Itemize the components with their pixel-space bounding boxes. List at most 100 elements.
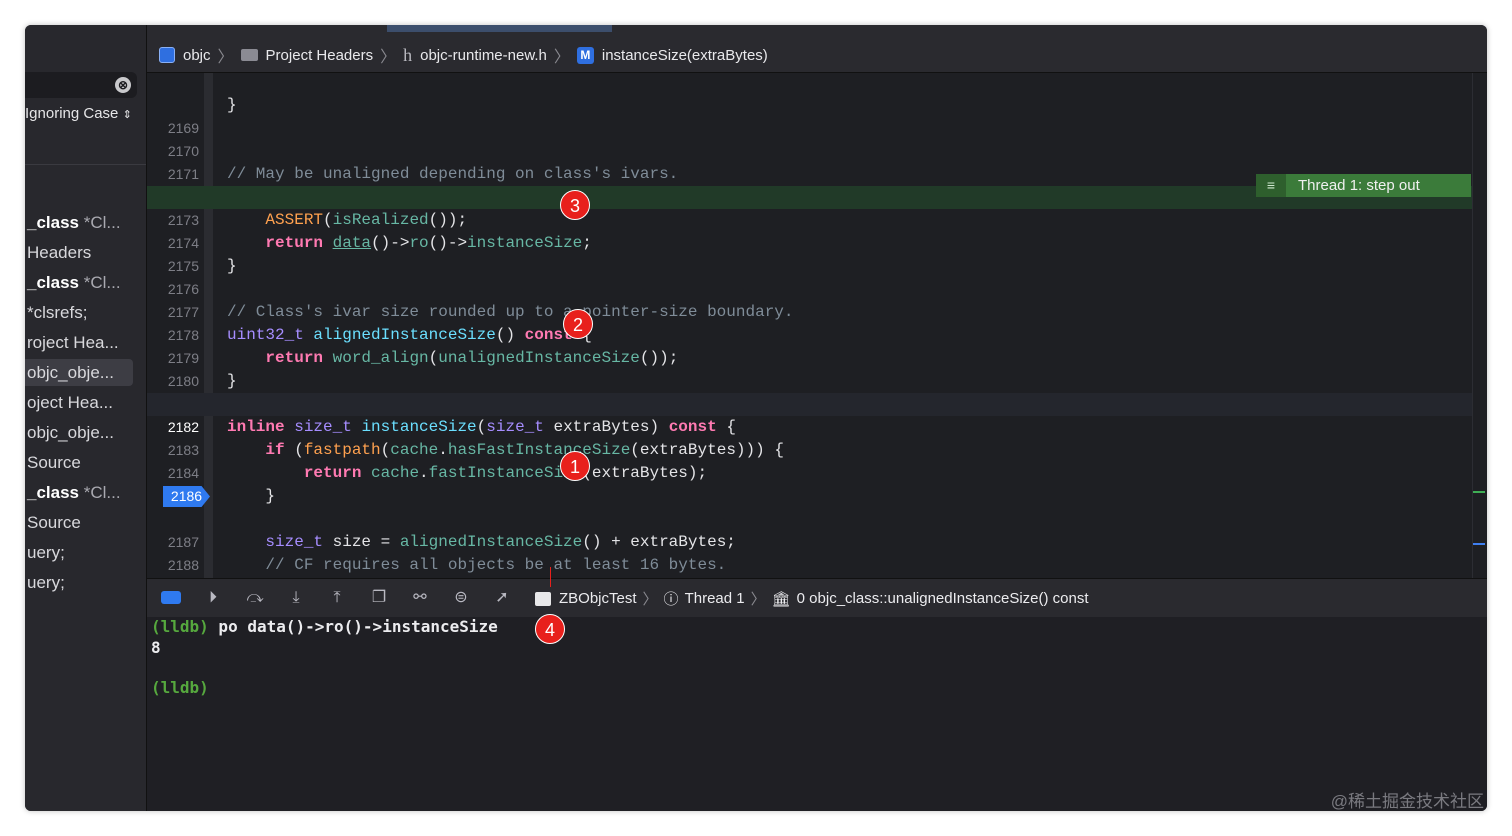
thread-icon: ⓘ xyxy=(663,591,679,608)
breadcrumb-method[interactable]: instanceSize(extraBytes) xyxy=(602,47,768,64)
code-line: 2180 xyxy=(167,373,199,389)
debug-toolbar: ⏵ ⤼ ⤓ ⤒ ❐ ⚯ ⊜ ➚ ZBObjcTest 〉 ⓘ Thread 1 … xyxy=(147,567,1487,618)
chevron-right-icon: 〉 xyxy=(642,591,658,608)
chevron-right-icon: 〉 xyxy=(553,49,570,66)
breakpoints-toggle[interactable] xyxy=(161,591,181,604)
breadcrumb-file[interactable]: objc-runtime-new.h xyxy=(420,47,547,64)
pc-scroll-mark xyxy=(1473,491,1485,493)
annotation-badge: 2 xyxy=(563,309,593,339)
sidebar-item-label: Source xyxy=(27,513,81,532)
minimap-scrollbar[interactable] xyxy=(1472,73,1487,578)
code-line: 2181 inline size_t instanceSize(size_t e… xyxy=(168,396,736,436)
list-icon: ≡ xyxy=(1256,174,1286,197)
sidebar-divider xyxy=(25,164,146,165)
code-line: 2175 xyxy=(167,258,199,274)
project-icon xyxy=(159,47,175,63)
sidebar-item-label: *Cl... xyxy=(79,273,121,292)
sidebar-item-label: *Cl... xyxy=(79,483,121,502)
jump-bar: objc 〉 Project Headers 〉 h objc-runtime-… xyxy=(147,25,1487,73)
debug-breadcrumb: ZBObjcTest 〉 ⓘ Thread 1 〉 🏛 0 objc_class… xyxy=(535,588,1089,609)
sidebar-item[interactable]: *clsrefs; xyxy=(25,299,133,326)
console-output: 8 xyxy=(151,638,161,657)
navigator-search-field[interactable]: ⊗ xyxy=(25,72,137,98)
code-line: 2178 return word_align(unalignedInstance… xyxy=(167,327,679,367)
code-line: 2187 // CF requires all objects be at le… xyxy=(167,534,727,574)
step-over-icon[interactable]: ⤼ xyxy=(245,588,265,608)
breakpoint-marker[interactable]: 2186 xyxy=(163,486,210,507)
sidebar-item-label: *clsrefs; xyxy=(27,303,88,322)
code-line: 2184 } xyxy=(167,465,276,505)
sidebar-item-label: Headers xyxy=(27,243,92,262)
source-editor[interactable]: } 2169 2170 // May be unaligned dependin… xyxy=(147,73,1487,578)
code-line: } xyxy=(227,96,237,114)
breadcrumb-project[interactable]: objc xyxy=(183,47,211,64)
breakpoint-line: 2186 size_t size = alignedInstanceSize()… xyxy=(147,485,1487,551)
navigator-sidebar: ⊗ Ignoring Case ⇕ _class *Cl... Headers _… xyxy=(25,25,147,811)
sidebar-item[interactable]: Headers xyxy=(25,239,133,266)
updown-chevron-icon: ⇕ xyxy=(122,109,132,121)
match-mode-label: Ignoring Case xyxy=(25,105,119,122)
lldb-prompt: (lldb) xyxy=(151,678,209,697)
step-into-icon[interactable]: ⤓ xyxy=(286,588,306,608)
lldb-prompt: (lldb) xyxy=(151,617,209,636)
code-line: 2185 xyxy=(147,462,1487,504)
sidebar-item[interactable]: objc_obje... xyxy=(25,419,133,446)
step-out-icon[interactable]: ⤒ xyxy=(327,588,347,608)
code-line: 2188 if (size < 16) size = 16; xyxy=(167,557,199,573)
environment-overrides-icon[interactable]: ⊜ xyxy=(451,588,471,608)
folder-icon xyxy=(240,49,258,61)
watermark: @稀土掘金技术社区 xyxy=(1330,792,1484,811)
code-line: 2169 xyxy=(167,120,199,136)
sidebar-item[interactable]: _class *Cl... xyxy=(25,269,133,296)
console-command-line: (lldb) po data()->ro()->instanceSize xyxy=(151,617,498,636)
simulate-location-icon[interactable]: ➚ xyxy=(492,588,512,608)
sidebar-item-symbol: _class xyxy=(27,483,79,502)
sidebar-item[interactable]: Source xyxy=(25,509,133,536)
memory-graph-icon[interactable]: ⚯ xyxy=(410,588,430,608)
header-file-icon: h xyxy=(403,44,413,65)
annotation-badge: 1 xyxy=(560,451,590,481)
lldb-console[interactable]: (lldb) po data()->ro()->instanceSize 8 (… xyxy=(147,617,1487,811)
method-icon: M xyxy=(576,46,594,64)
continue-icon[interactable]: ⏵ xyxy=(203,588,223,608)
active-tab-indicator xyxy=(387,25,612,32)
debug-frame[interactable]: 0 objc_class::unalignedInstanceSize() co… xyxy=(797,590,1089,607)
code-line: 2171 uint32_t unalignedInstanceSize() co… xyxy=(167,166,611,206)
code-line: 2174 } xyxy=(167,235,237,275)
xcode-window: ⊗ Ignoring Case ⇕ _class *Cl... Headers _… xyxy=(25,25,1487,811)
breadcrumb: objc 〉 Project Headers 〉 h objc-runtime-… xyxy=(159,43,768,67)
stack-frame-icon: 🏛 xyxy=(771,590,791,608)
debug-target[interactable]: ZBObjcTest xyxy=(559,590,637,607)
sidebar-item[interactable]: uery; xyxy=(25,569,133,596)
match-mode-popup[interactable]: Ignoring Case ⇕ xyxy=(25,105,132,122)
annotation-badge: 3 xyxy=(560,190,590,220)
clear-search-icon[interactable]: ⊗ xyxy=(115,77,131,93)
sidebar-item[interactable]: _class *Cl... xyxy=(25,209,133,236)
code-line: 2170 // May be unaligned depending on cl… xyxy=(167,143,679,183)
cursor-line: 2182 if (fastpath(cache.hasFastInstanceS… xyxy=(147,393,1487,459)
sidebar-item[interactable]: Source xyxy=(25,449,133,476)
sidebar-item[interactable]: objc_obje... xyxy=(25,359,133,386)
sidebar-item-symbol: _class xyxy=(27,273,79,292)
thread-status-badge[interactable]: ≡ Thread 1: step out xyxy=(1256,174,1471,197)
sidebar-item-label: objc_obje... xyxy=(27,363,114,382)
annotation-badge: 4 xyxy=(535,614,565,644)
code-line: 2189 return size; xyxy=(147,554,1487,577)
code-line: 2179 } xyxy=(167,350,237,390)
breadcrumb-group[interactable]: Project Headers xyxy=(266,47,374,64)
sidebar-item-label: uery; xyxy=(27,573,65,592)
console-command: po data()->ro()->instanceSize xyxy=(208,617,498,636)
sidebar-item[interactable]: _class *Cl... xyxy=(25,479,133,506)
terminal-icon xyxy=(535,591,551,606)
sidebar-item[interactable]: roject Hea... xyxy=(25,329,133,356)
chevron-right-icon: 〉 xyxy=(380,49,397,66)
thread-status-label: Thread 1: step out xyxy=(1298,177,1420,194)
sidebar-item[interactable]: uery; xyxy=(25,539,133,566)
code-line: 2177 uint32_t alignedInstanceSize() cons… xyxy=(167,304,592,344)
chevron-right-icon: 〉 xyxy=(217,49,234,66)
debug-thread[interactable]: Thread 1 xyxy=(685,590,745,607)
sidebar-item[interactable]: oject Hea... xyxy=(25,389,133,416)
view-hierarchy-icon[interactable]: ❐ xyxy=(369,588,389,608)
breakpoint-scroll-mark xyxy=(1473,543,1485,545)
chevron-right-icon: 〉 xyxy=(750,591,766,608)
